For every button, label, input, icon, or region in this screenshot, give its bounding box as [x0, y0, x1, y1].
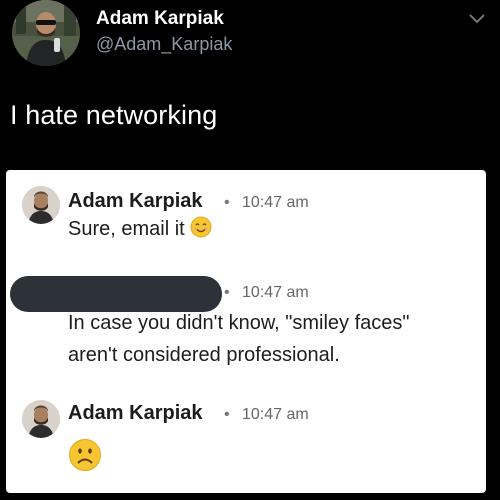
- author-name[interactable]: Adam Karpiak: [96, 8, 224, 30]
- message-time: 10:47 am: [242, 194, 309, 211]
- redacted-sender-bar: [10, 276, 222, 312]
- message-avatar: [22, 186, 60, 224]
- message-sender: Adam Karpiak: [68, 402, 203, 424]
- chevron-down-icon[interactable]: [466, 10, 488, 26]
- avatar-photo: [22, 400, 60, 438]
- message-time: 10:47 am: [242, 284, 309, 301]
- message-body: Sure, email it: [68, 214, 212, 244]
- avatar-photo: [22, 186, 60, 224]
- separator-dot: •: [224, 284, 230, 301]
- message-text-line-1: In case you didn't know, "smiley faces": [68, 312, 410, 334]
- smiling-face-icon: [190, 216, 212, 238]
- profile-photo: [12, 0, 80, 66]
- author-handle[interactable]: @Adam_Karpiak: [96, 34, 232, 55]
- message-sender: Adam Karpiak: [68, 190, 203, 212]
- chat-screenshot: Adam Karpiak • 10:47 am Sure, email it •…: [6, 170, 486, 493]
- separator-dot: •: [224, 194, 230, 211]
- separator-dot: •: [224, 406, 230, 423]
- tweet: Adam Karpiak @Adam_Karpiak I hate networ…: [0, 0, 500, 500]
- message-text-line-2: aren't considered professional.: [68, 344, 340, 366]
- profile-avatar[interactable]: [12, 0, 80, 66]
- frowning-face-icon: [69, 439, 101, 471]
- message-time: 10:47 am: [242, 406, 309, 423]
- tweet-text: I hate networking: [10, 100, 218, 130]
- message-text: Sure, email it: [68, 218, 185, 240]
- message-avatar: [22, 400, 60, 438]
